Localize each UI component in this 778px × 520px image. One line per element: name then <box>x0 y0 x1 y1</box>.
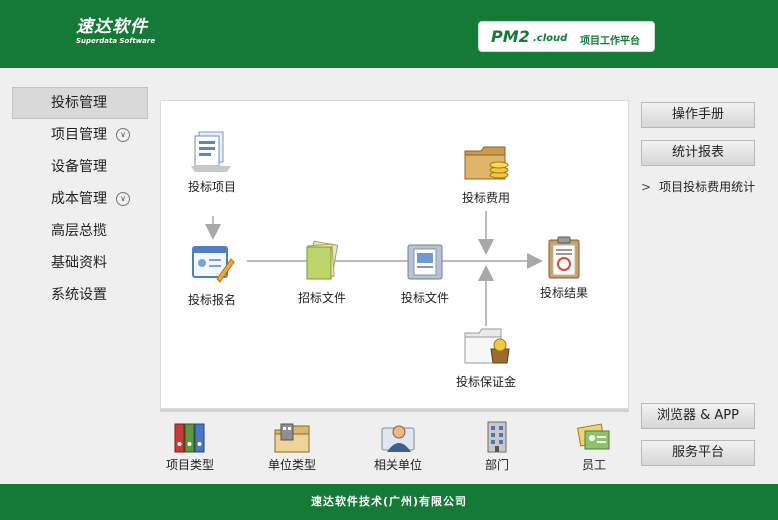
report-button[interactable]: 统计报表 <box>641 140 755 166</box>
product-badge: PM2 .cloud 项目工作平台 <box>478 21 655 52</box>
binders-icon <box>174 423 205 453</box>
product-subtitle: 项目工作平台 <box>580 36 640 47</box>
footer-bar: 速达软件技术(广州)有限公司 <box>0 484 778 520</box>
form-pencil-icon <box>192 246 235 283</box>
nav-label: 投标管理 <box>51 95 107 111</box>
manual-button[interactable]: 操作手册 <box>641 102 755 128</box>
tool-employee[interactable]: 员工 <box>554 420 634 473</box>
tool-label: 相关单位 <box>373 458 422 472</box>
logo[interactable]: 速达软件 Superdata Software <box>76 17 156 46</box>
nav-item-basic-data[interactable]: 基础资料 <box>12 247 148 279</box>
node-label: 投标项目 <box>187 180 236 194</box>
node-label: 招标文件 <box>297 291 346 305</box>
panel-divider <box>160 409 629 412</box>
tool-label: 项目类型 <box>165 458 214 472</box>
logo-english: Superdata Software <box>76 37 156 45</box>
money-folder-icon <box>464 146 509 180</box>
node-label: 投标文件 <box>400 291 449 305</box>
deposit-folder-icon <box>464 328 510 364</box>
document-folder-icon <box>407 244 443 280</box>
node-label: 投标费用 <box>461 191 510 205</box>
nav-item-cost[interactable]: 成本管理 ∨ <box>12 183 148 215</box>
chevron-right-icon: > <box>641 180 652 194</box>
tool-department[interactable]: 部门 <box>457 420 537 473</box>
report-link-bid-expense-stats[interactable]: > 项目投标费用统计 <box>641 178 755 195</box>
flow-node-bid-deposit[interactable]: 投标保证金 <box>441 323 531 390</box>
chevron-down-icon[interactable]: ∨ <box>116 192 130 206</box>
nav-item-overview[interactable]: 高层总揽 <box>12 215 148 247</box>
node-label: 投标结果 <box>539 286 588 300</box>
flow-node-bid-result[interactable]: 投标结果 <box>519 234 609 301</box>
nav-item-projects[interactable]: 项目管理 ∨ <box>12 119 148 151</box>
chevron-down-icon[interactable]: ∨ <box>116 128 130 142</box>
sidebar-nav: 投标管理 项目管理 ∨ 设备管理 成本管理 ∨ 高层总揽 基础资料 系统设置 <box>12 87 148 311</box>
nav-label: 高层总揽 <box>51 223 107 239</box>
product-name: PM2 <box>491 27 530 46</box>
paper-stack-icon <box>306 240 339 280</box>
right-bottom-group: 浏览器 & APP 服务平台 <box>641 403 755 466</box>
nav-label: 基础资料 <box>51 255 107 271</box>
nav-item-settings[interactable]: 系统设置 <box>12 279 148 311</box>
tool-related-units[interactable]: 相关单位 <box>358 420 438 473</box>
tool-label: 员工 <box>581 458 606 472</box>
footer-company: 速达软件技术(广州)有限公司 <box>310 495 468 508</box>
workflow-panel: 投标项目 投标报名 招标文件 投标文件 投标费用 投标结果 投标保证金 <box>160 100 629 409</box>
clipboard-stamp-icon <box>548 236 580 279</box>
right-panel: 操作手册 统计报表 <box>641 102 755 166</box>
nav-label: 项目管理 <box>51 127 107 143</box>
person-card-icon <box>381 425 415 452</box>
tool-unit-type[interactable]: 单位类型 <box>252 420 332 473</box>
id-cards-icon <box>577 423 610 450</box>
nav-item-bidding[interactable]: 投标管理 <box>12 87 148 119</box>
tool-label: 部门 <box>484 458 509 472</box>
flow-node-bid-docs[interactable]: 投标文件 <box>380 239 470 306</box>
flow-node-bid-project[interactable]: 投标项目 <box>167 128 257 195</box>
service-platform-button[interactable]: 服务平台 <box>641 440 755 466</box>
logo-chinese: 速达软件 <box>76 17 148 37</box>
tool-label: 单位类型 <box>267 458 316 472</box>
tool-project-type[interactable]: 项目类型 <box>150 420 230 473</box>
product-cloud: .cloud <box>533 33 568 44</box>
report-link-label: 项目投标费用统计 <box>659 180 756 194</box>
basic-data-toolbar: 项目类型 单位类型 相关单位 部门 员工 <box>150 420 640 476</box>
nav-label: 系统设置 <box>51 287 107 303</box>
node-label: 投标报名 <box>187 293 236 307</box>
header-bar: 速达软件 Superdata Software PM2 .cloud 项目工作平… <box>0 0 778 68</box>
building-folder-icon <box>274 423 310 453</box>
browser-app-button[interactable]: 浏览器 & APP <box>641 403 755 429</box>
flow-node-bid-registration[interactable]: 投标报名 <box>167 241 257 308</box>
nav-label: 设备管理 <box>51 159 107 175</box>
office-building-icon <box>487 421 507 453</box>
flow-node-tender-docs[interactable]: 招标文件 <box>277 239 367 306</box>
document-stack-icon <box>191 131 231 172</box>
nav-item-equipment[interactable]: 设备管理 <box>12 151 148 183</box>
nav-label: 成本管理 <box>51 191 107 207</box>
flow-node-bid-expenses[interactable]: 投标费用 <box>441 139 531 206</box>
node-label: 投标保证金 <box>455 375 516 389</box>
